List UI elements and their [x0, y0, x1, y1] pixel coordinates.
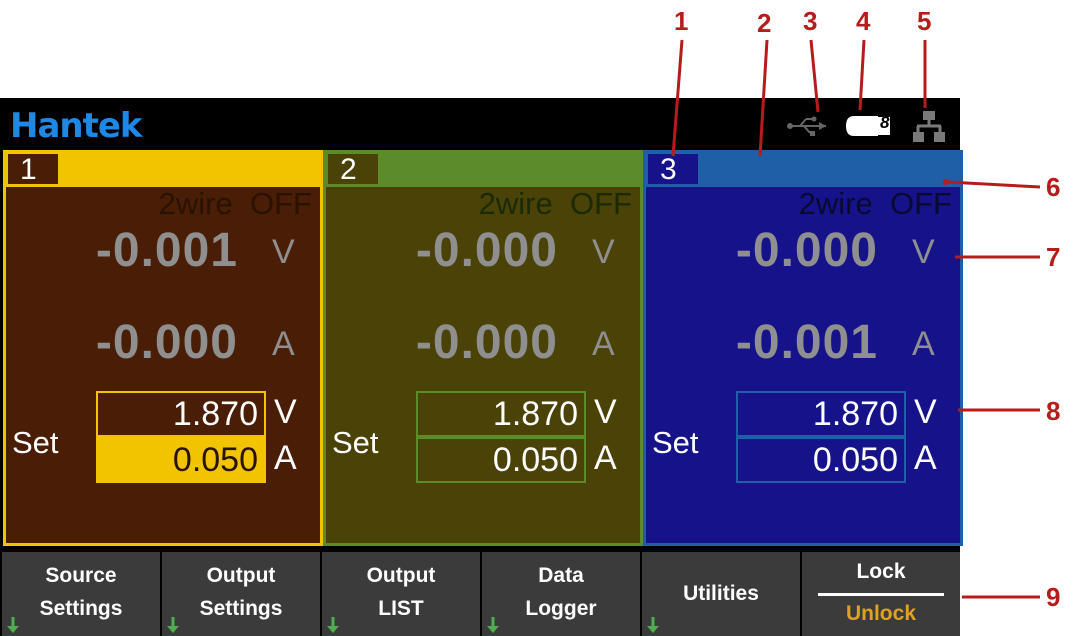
softkey-label-line2: Settings: [199, 597, 283, 620]
output-settings-softkey[interactable]: Output Settings: [162, 552, 320, 636]
softkey-label-line2: LIST: [378, 597, 424, 620]
softkey-label-line2: Logger: [525, 597, 597, 620]
submenu-arrow-icon: [7, 617, 19, 633]
channel-3-set-voltage[interactable]: 1.870: [736, 391, 906, 437]
channel-3-current-unit: A: [912, 325, 935, 363]
callout-7: 7: [1046, 242, 1061, 272]
channel-1-current-unit: A: [272, 325, 295, 363]
callout-3: 3: [803, 6, 818, 36]
usb-icon: [787, 116, 826, 136]
callout-9: 9: [1046, 582, 1061, 612]
channel-2-header: 2 2wire OFF: [326, 153, 640, 221]
channel-2-mode: 2wire: [478, 186, 553, 221]
usb-drive-label: 8: [880, 113, 890, 132]
channel-3-current-reading: -0.001: [735, 316, 878, 369]
callout-6: 6: [1046, 172, 1061, 202]
brand-logo: Hantek: [10, 106, 143, 146]
softkey-label-line1: Output: [206, 564, 276, 587]
utilities-softkey[interactable]: Utilities: [642, 552, 800, 636]
channel-2-current-unit: A: [592, 325, 615, 363]
channel-3-set-current[interactable]: 0.050: [736, 437, 906, 483]
channel-3-voltage-unit: V: [912, 233, 935, 271]
softkey-label-line1: Data: [538, 564, 584, 587]
channel-1-panel[interactable]: 1 2wire OFF -0.001 V -0.000 A Set 1.870 …: [3, 150, 323, 546]
softkey-label-line1: Source: [45, 564, 117, 587]
output-list-softkey[interactable]: Output LIST: [322, 552, 480, 636]
channel-2-set-voltage-unit: V: [594, 393, 617, 431]
channel-2-output-state: OFF: [570, 186, 632, 221]
submenu-arrow-icon: [167, 617, 179, 633]
channel-1-set-voltage[interactable]: 1.870: [96, 391, 266, 437]
channel-3-panel[interactable]: 3 2wire OFF -0.000 V -0.001 A Set 1.870 …: [643, 150, 963, 546]
callout-2: 2: [757, 8, 772, 38]
channel-2-set-current[interactable]: 0.050: [416, 437, 586, 483]
callout-8: 8: [1046, 396, 1061, 426]
submenu-arrow-icon: [327, 617, 339, 633]
softkey-label: Utilities: [683, 582, 759, 605]
channel-3-number: 3: [648, 154, 698, 185]
channel-2-panel[interactable]: 2 2wire OFF -0.000 V -0.000 A Set 1.870 …: [323, 150, 643, 546]
channel-1-number: 1: [8, 154, 58, 185]
softkey-label-line2: Settings: [39, 597, 123, 620]
channel-1-current-reading: -0.000: [95, 316, 238, 369]
lock-unlock-softkey[interactable]: Lock Unlock: [802, 552, 960, 636]
channel-2-set-current-unit: A: [594, 439, 617, 477]
submenu-arrow-icon: [647, 617, 659, 633]
data-logger-softkey[interactable]: Data Logger: [482, 552, 640, 636]
channel-1-set-label: Set: [12, 425, 59, 460]
lock-divider: [818, 593, 944, 596]
channel-1-voltage-unit: V: [272, 233, 295, 271]
channel-3-set-voltage-unit: V: [914, 393, 937, 431]
channel-2-current-reading: -0.000: [415, 316, 558, 369]
callout-1: 1: [674, 6, 689, 36]
channel-3-mode: 2wire: [798, 186, 873, 221]
softkey-label-line1: Output: [366, 564, 436, 587]
channel-3-output-state: OFF: [890, 186, 952, 221]
source-settings-softkey[interactable]: Source Settings: [2, 552, 160, 636]
channel-3-set-label: Set: [652, 425, 699, 460]
submenu-arrow-icon: [487, 617, 499, 633]
channel-1-set-current-unit: A: [274, 439, 297, 477]
channel-2-set-label: Set: [332, 425, 379, 460]
channel-1-mode: 2wire: [158, 186, 233, 221]
callout-4: 4: [856, 6, 871, 36]
channel-3-header: 3 2wire OFF: [646, 153, 960, 221]
status-bar: 8: [772, 104, 952, 148]
channel-2-number: 2: [328, 154, 378, 185]
channel-3-set-current-unit: A: [914, 439, 937, 477]
channel-1-output-state: OFF: [250, 186, 312, 221]
softkey-bar: Source Settings Output Settings Output L…: [0, 552, 960, 636]
channel-1-set-current[interactable]: 0.050: [96, 437, 266, 483]
channel-2-voltage-unit: V: [592, 233, 615, 271]
channel-1-header: 1 2wire OFF: [6, 153, 320, 221]
lock-label: Lock: [856, 560, 906, 583]
channel-3-voltage-reading: -0.000: [735, 224, 878, 277]
network-icon: [913, 111, 945, 142]
callout-5: 5: [917, 6, 932, 36]
instrument-screen: Hantek 8 1 2wire OFF -0.001 V -0.000 A S…: [0, 98, 963, 636]
channel-2-set-voltage[interactable]: 1.870: [416, 391, 586, 437]
channel-1-set-voltage-unit: V: [274, 393, 297, 431]
channel-2-voltage-reading: -0.000: [415, 224, 558, 277]
unlock-label: Unlock: [845, 602, 916, 625]
channel-1-voltage-reading: -0.001: [95, 224, 238, 277]
